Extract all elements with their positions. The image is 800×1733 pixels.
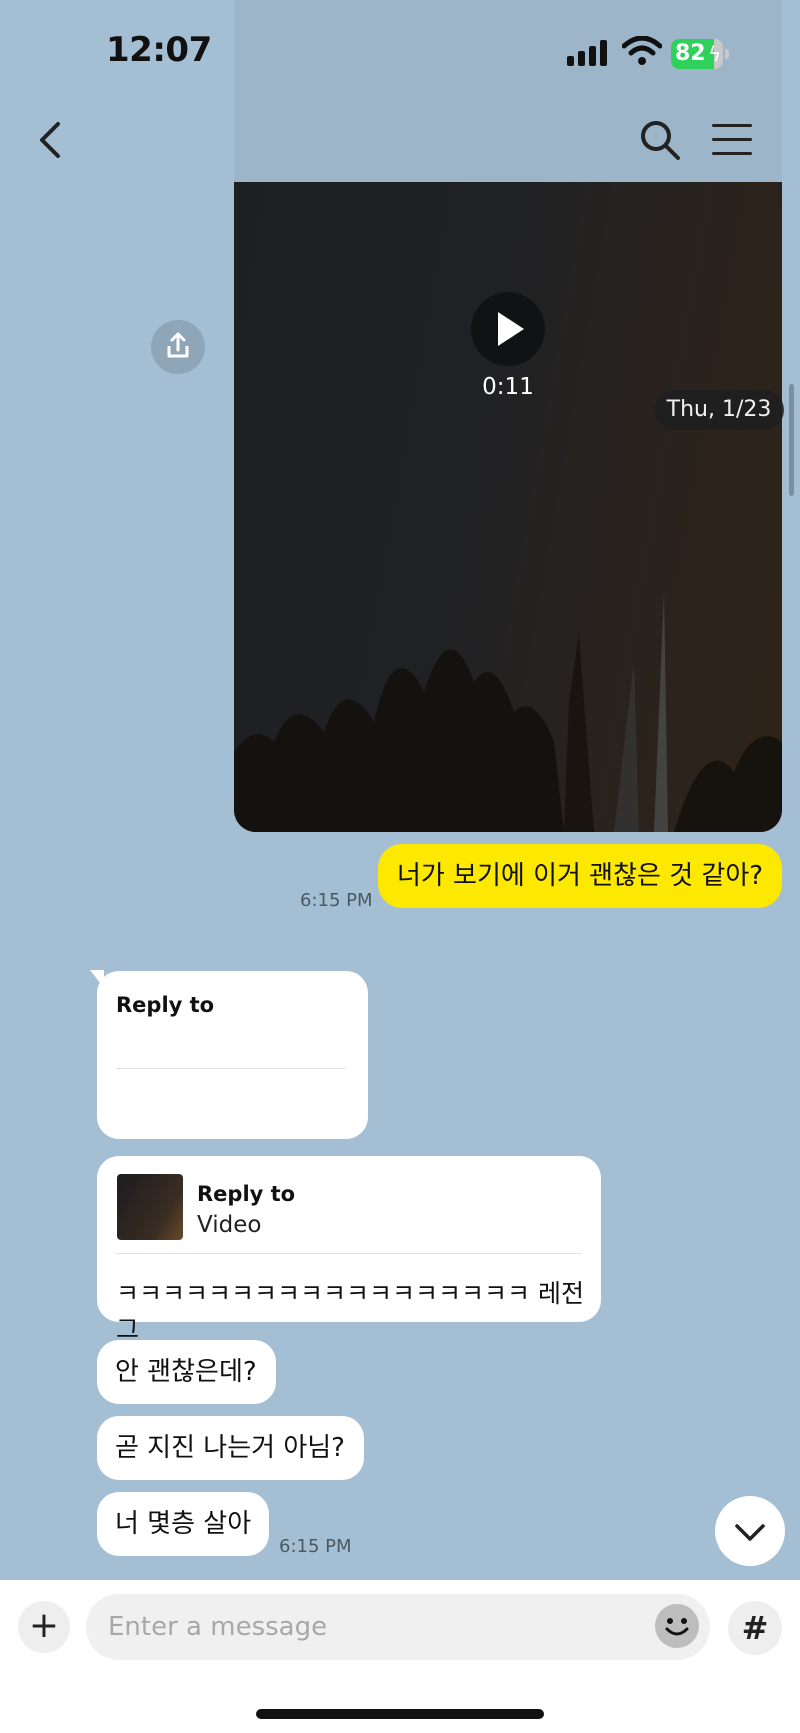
date-chip: Thu, 1/23: [654, 390, 784, 430]
incoming-message[interactable]: 곧 지진 나는거 아님?: [97, 1416, 364, 1480]
reply-message[interactable]: Reply to: [97, 971, 368, 1139]
plus-icon[interactable]: +: [18, 1601, 70, 1653]
video-top-area: [234, 0, 782, 182]
outgoing-message[interactable]: 너가 보기에 이거 괜찮은 것 같아?: [378, 844, 782, 908]
video-duration: 0:11: [482, 374, 534, 400]
back-icon[interactable]: [30, 118, 74, 162]
status-time: 12:07: [106, 30, 212, 70]
reply-subtitle: Video: [197, 1212, 262, 1238]
share-button[interactable]: [151, 320, 205, 374]
reply-label: Reply to: [197, 1182, 296, 1206]
wifi-icon: [622, 36, 662, 65]
reply-text: ㅋㅋㅋㅋㅋㅋㅋㅋㅋㅋㅋㅋㅋㅋㅋㅋㅋㅋ 레전그: [116, 1279, 584, 1344]
reply-label: Reply to: [116, 993, 215, 1017]
scroll-to-bottom-button[interactable]: [715, 1496, 785, 1566]
video-scenery: [234, 592, 782, 832]
play-button[interactable]: [471, 292, 545, 366]
cellular-signal-icon: [567, 40, 609, 66]
incoming-timestamp: 6:15 PM: [279, 1536, 352, 1557]
incoming-message[interactable]: 너 몇층 살아: [97, 1492, 269, 1556]
video-thumbnail[interactable]: [117, 1174, 183, 1240]
emoji-icon[interactable]: [655, 1604, 699, 1648]
share-icon: [167, 332, 189, 358]
battery-indicator: 82 ϟ: [671, 39, 729, 69]
outgoing-timestamp: 6:15 PM: [300, 890, 373, 911]
video-reply-message[interactable]: Reply to Video ㅋㅋㅋㅋㅋㅋㅋㅋㅋㅋㅋㅋㅋㅋㅋㅋㅋㅋ 레전그: [97, 1156, 601, 1344]
charging-icon: ϟ: [708, 42, 722, 66]
message-composer: + #: [0, 1580, 800, 1733]
message-input[interactable]: [86, 1594, 710, 1660]
play-icon: [498, 312, 524, 346]
home-indicator: [256, 1709, 544, 1719]
hash-icon[interactable]: #: [728, 1601, 782, 1655]
scrollbar[interactable]: [789, 384, 794, 496]
incoming-message[interactable]: 안 괜찮은데?: [97, 1340, 276, 1404]
chevron-down-icon: [735, 1524, 765, 1541]
menu-icon[interactable]: [712, 122, 754, 158]
search-icon[interactable]: [638, 118, 682, 162]
